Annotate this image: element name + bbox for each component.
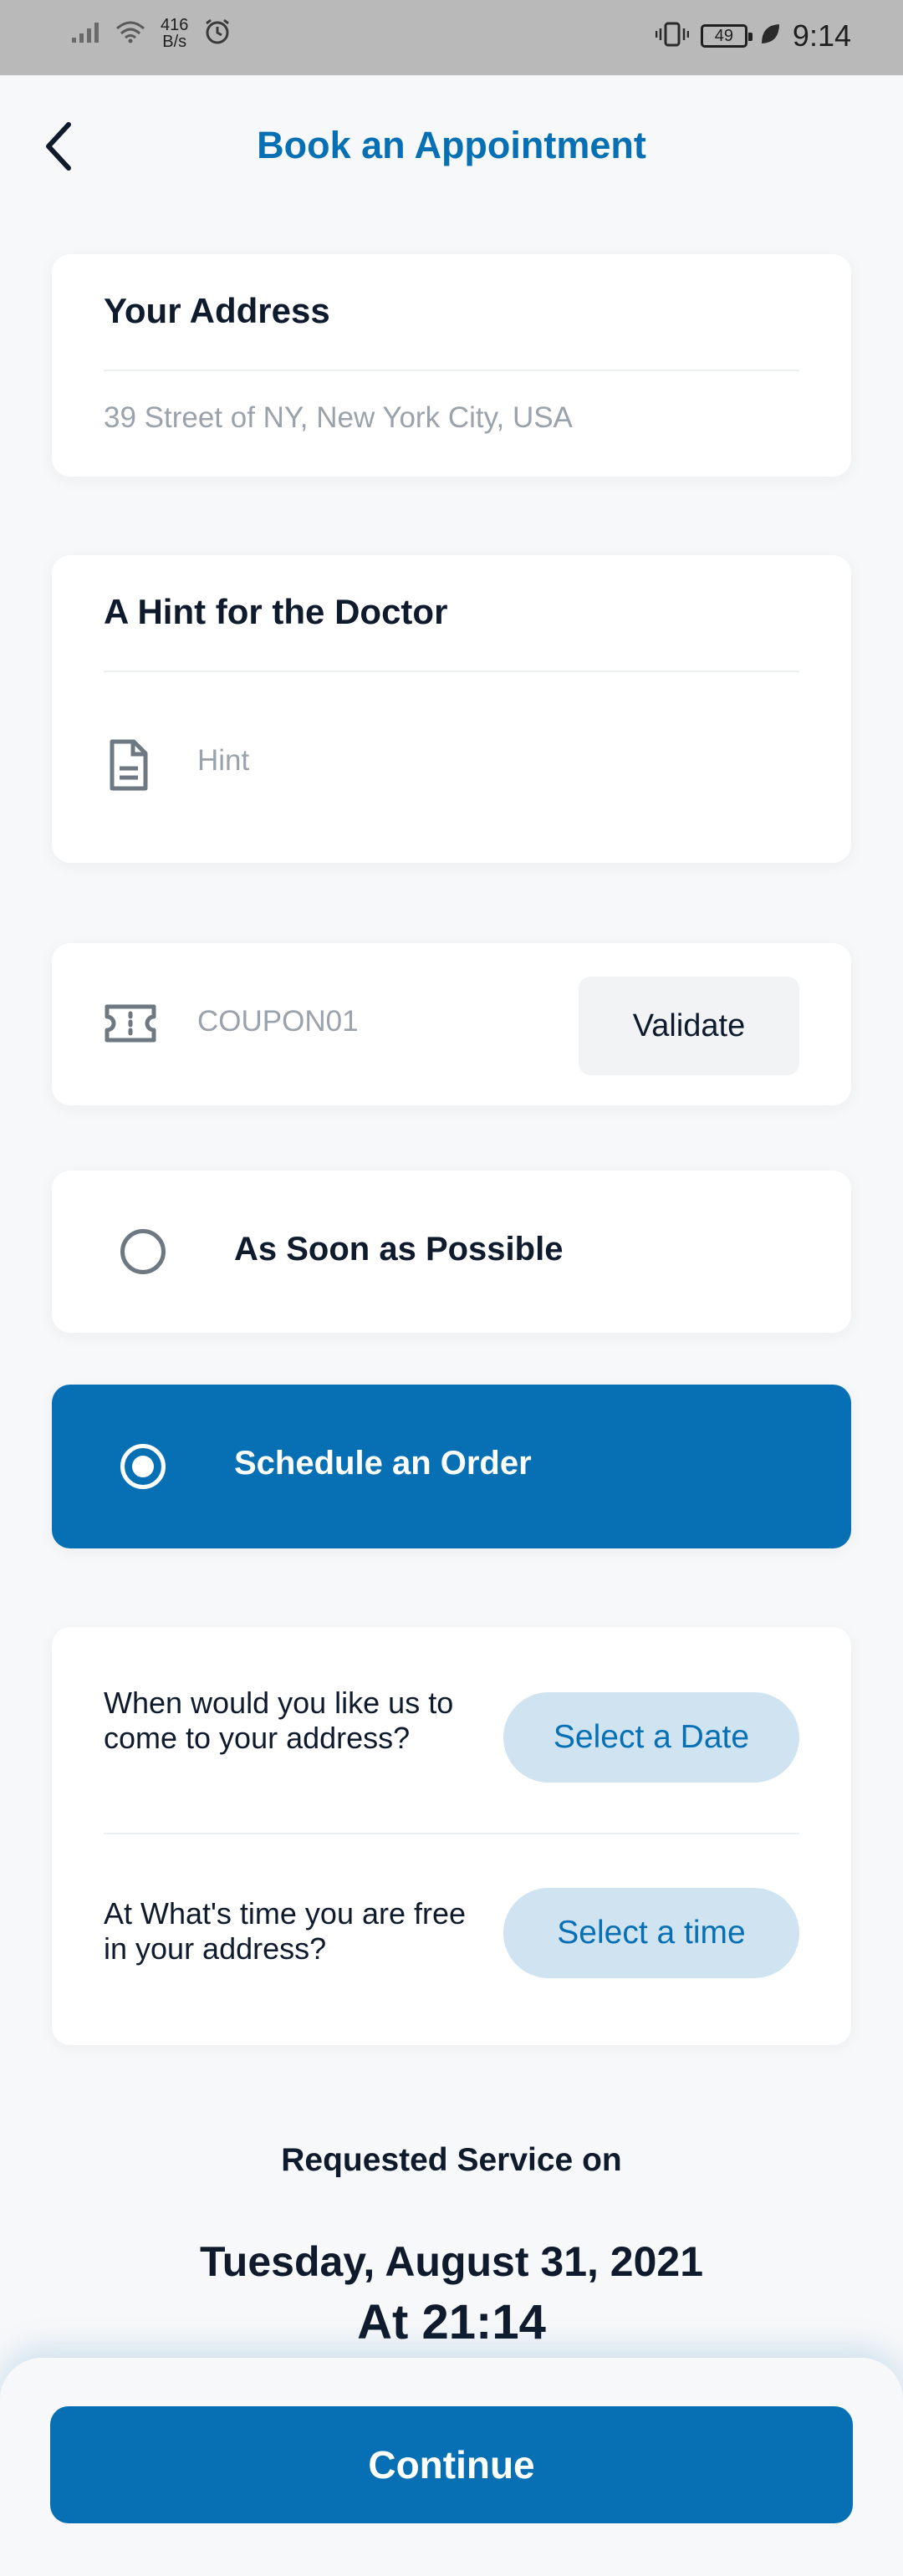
schedule-label: Schedule an Order [234, 1445, 532, 1482]
leaf-icon [759, 23, 781, 50]
battery-icon: 49 [700, 24, 752, 48]
divider [104, 1833, 799, 1834]
page-title: Book an Appointment [257, 124, 646, 166]
network-speed-unit: B/s [162, 33, 187, 51]
requested-date: Tuesday, August 31, 2021 [199, 2238, 704, 2285]
asap-label: As Soon as Possible [234, 1231, 564, 1268]
date-question: When would you like us to come to your a… [104, 1686, 454, 1755]
coupon-input[interactable]: COUPON01 [197, 1005, 359, 1038]
hint-card: A Hint for the Doctor Hint [52, 555, 851, 863]
option-asap[interactable]: As Soon as Possible [52, 1171, 851, 1333]
ticket-icon [104, 998, 157, 1048]
network-speed-value: 416 [161, 16, 189, 34]
address-card: Your Address 39 Street of NY, New York C… [52, 254, 851, 477]
alarm-icon [203, 18, 232, 50]
requested-service-label: Requested Service on [281, 2142, 622, 2178]
battery-level: 49 [714, 27, 734, 45]
network-speed: 416 B/s [161, 17, 188, 50]
time-question: At What's time you are free in your addr… [104, 1896, 467, 1966]
document-icon [104, 736, 154, 794]
signal-icon [72, 21, 100, 47]
address-title: Your Address [104, 291, 330, 330]
coupon-card: COUPON01 Validate [52, 943, 851, 1105]
schedule-card: When would you like us to come to your a… [52, 1627, 851, 2045]
hint-input[interactable]: Hint [197, 744, 249, 778]
hint-title: A Hint for the Doctor [104, 592, 448, 631]
requested-time: At 21:14 [357, 2295, 546, 2349]
option-schedule[interactable]: Schedule an Order [52, 1385, 851, 1548]
app-header: Book an Appointment [0, 100, 903, 192]
radio-unchecked-icon[interactable] [120, 1229, 166, 1274]
continue-button[interactable]: Continue [50, 2406, 853, 2523]
wifi-icon [115, 20, 145, 48]
status-bar: 416 B/s 49 9:14 [0, 0, 903, 75]
select-time-button[interactable]: Select a time [503, 1888, 799, 1978]
validate-button[interactable]: Validate [579, 977, 799, 1075]
divider [104, 370, 799, 371]
clock-time: 9:14 [792, 18, 851, 53]
address-value[interactable]: 39 Street of NY, New York City, USA [104, 401, 573, 435]
radio-checked-icon[interactable] [120, 1444, 166, 1489]
vibrate-icon [655, 21, 690, 52]
bottom-bar: Continue [0, 2358, 903, 2576]
divider [104, 671, 799, 672]
select-date-button[interactable]: Select a Date [503, 1692, 799, 1783]
